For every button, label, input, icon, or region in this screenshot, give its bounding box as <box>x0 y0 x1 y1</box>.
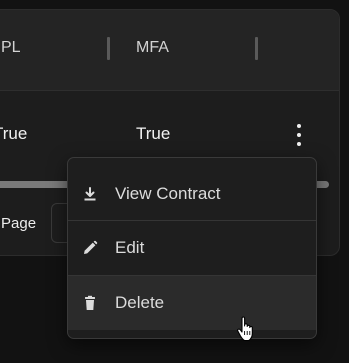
column-resize-handle[interactable] <box>255 37 258 60</box>
download-icon <box>81 185 99 203</box>
screen: PL MFA True True Page View Contract <box>0 0 349 363</box>
more-vert-icon[interactable] <box>289 124 309 146</box>
hand-pointer-cursor <box>236 316 256 342</box>
menu-item-label: Edit <box>115 238 145 257</box>
column-header-pl[interactable]: PL <box>1 39 21 57</box>
table-cell-mfa: True <box>136 124 171 143</box>
pencil-icon <box>81 239 99 257</box>
menu-item-edit[interactable]: Edit <box>68 221 316 275</box>
table-header: PL MFA <box>0 10 339 91</box>
column-resize-handle[interactable] <box>107 37 110 60</box>
menu-item-view-contract[interactable]: View Contract <box>68 167 316 221</box>
page-label: Page <box>1 215 37 232</box>
menu-item-label: View Contract <box>115 184 221 203</box>
table-cell-pl: True <box>0 124 28 143</box>
column-header-mfa[interactable]: MFA <box>136 39 169 57</box>
menu-item-label: Delete <box>115 293 165 312</box>
menu-item-delete[interactable]: Delete <box>68 276 316 330</box>
context-menu: View Contract Edit Delete <box>67 157 317 339</box>
trash-icon <box>81 294 99 312</box>
